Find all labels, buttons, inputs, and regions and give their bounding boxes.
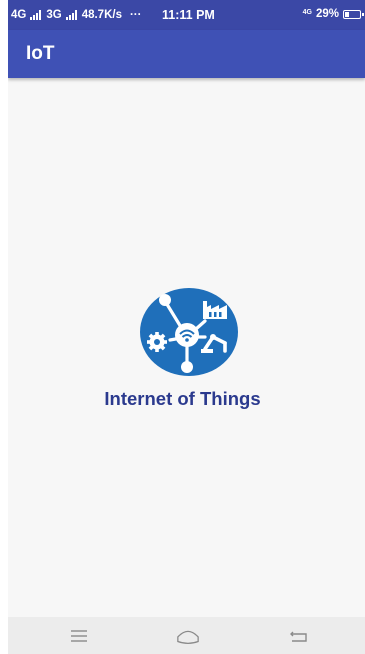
network-1-label: 4G [11,9,27,21]
home-button[interactable] [176,626,200,646]
clock: 11:11 PM [162,8,215,22]
app-screen: 4G 3G 48.7K/s ··· 11:11 PM 4G 29% IoT In… [8,0,365,654]
more-notifications: ··· [129,9,142,21]
menu-icon [71,630,87,642]
status-right: 4G 29% [302,8,364,20]
network-2-label: 3G [46,9,62,21]
internet-of-things-logo-icon [140,288,238,376]
status-left: 4G 3G 48.7K/s ··· [11,9,141,21]
menu-button[interactable] [67,626,91,646]
home-icon [177,630,199,645]
back-icon [290,631,307,642]
app-bar: IoT [8,30,365,78]
back-button[interactable] [287,626,311,646]
app-title: IoT [26,43,55,64]
network-speed: 48.7K/s [81,9,122,21]
status-bar: 4G 3G 48.7K/s ··· 11:11 PM 4G 29% [8,0,365,30]
signal-bars-icon [30,10,42,20]
lte-label: 4G [302,8,312,16]
signal-bars-icon [65,10,77,20]
battery-percent: 29% [315,8,339,20]
navigation-bar [8,617,365,654]
battery-level [345,11,349,17]
brand-text: Internet of Things [104,388,261,409]
battery-icon [343,9,364,19]
